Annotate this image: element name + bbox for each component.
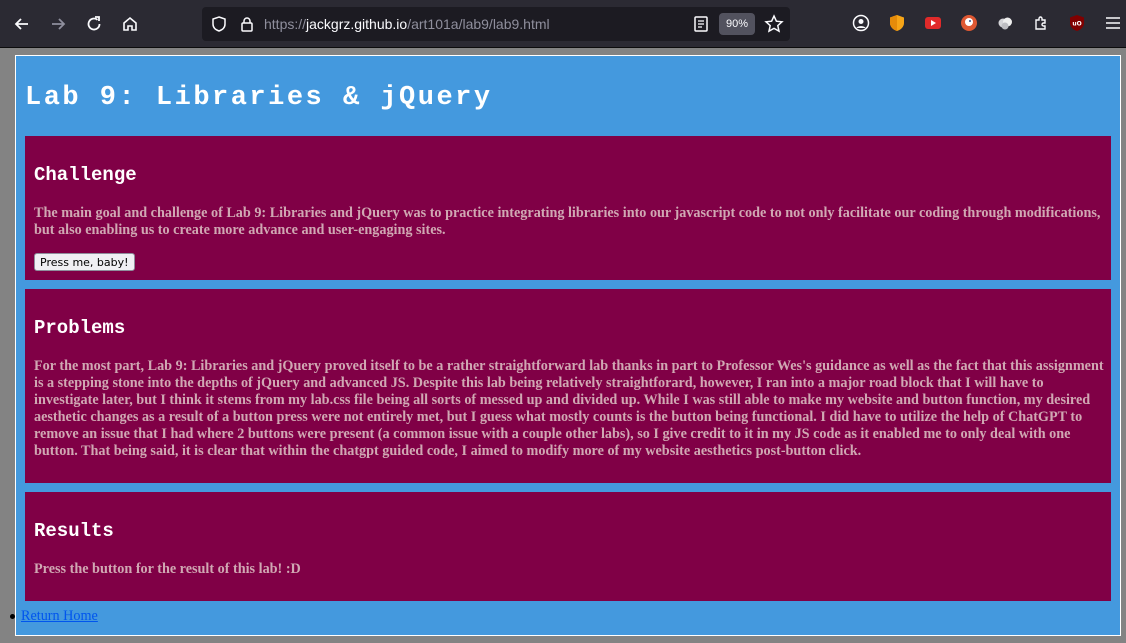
challenge-heading: Challenge bbox=[34, 164, 137, 186]
url-path: /art101a/lab9/lab9.html bbox=[407, 16, 550, 32]
ublock-origin-icon[interactable]: uO bbox=[1068, 14, 1086, 32]
home-icon bbox=[123, 16, 137, 31]
forward-arrow-icon bbox=[52, 18, 66, 30]
lock-icon[interactable] bbox=[238, 15, 256, 33]
problems-section: Problems For the most part, Lab 9: Libra… bbox=[25, 289, 1111, 483]
account-icon[interactable] bbox=[852, 14, 870, 32]
list-item: Return Home bbox=[10, 608, 98, 625]
address-bar[interactable]: https://jackgrz.github.io/art101a/lab9/l… bbox=[202, 7, 790, 41]
reload-button[interactable] bbox=[78, 8, 110, 40]
url-prefix: https:// bbox=[264, 16, 307, 32]
extensions-puzzle-icon[interactable] bbox=[1032, 14, 1050, 32]
cloud-extension-icon[interactable] bbox=[996, 14, 1014, 32]
url-host: jackgrz.github.io bbox=[306, 16, 408, 32]
page-title: Lab 9: Libraries & jQuery bbox=[25, 83, 493, 113]
return-home-link[interactable]: Return Home bbox=[21, 608, 98, 624]
reload-icon bbox=[87, 16, 101, 31]
bookmark-star-icon[interactable] bbox=[764, 14, 784, 34]
bullet-icon bbox=[10, 614, 15, 620]
forward-button[interactable] bbox=[42, 8, 74, 40]
challenge-section: Challenge The main goal and challenge of… bbox=[25, 136, 1111, 280]
shield-extension-icon[interactable] bbox=[888, 14, 906, 32]
zoom-level-badge[interactable]: 90% bbox=[719, 13, 755, 35]
nav-list: Return Home bbox=[10, 608, 98, 625]
problems-text: For the most part, Lab 9: Libraries and … bbox=[34, 358, 1104, 459]
results-text: Press the button for the result of this … bbox=[34, 561, 301, 577]
url-text[interactable]: https://jackgrz.github.io/art101a/lab9/l… bbox=[264, 16, 550, 32]
menu-hamburger-icon[interactable] bbox=[1104, 14, 1122, 32]
challenge-text: The main goal and challenge of Lab 9: Li… bbox=[34, 205, 1101, 238]
page-body: Lab 9: Libraries & jQuery Challenge The … bbox=[10, 55, 1121, 636]
back-button[interactable] bbox=[6, 8, 38, 40]
home-button[interactable] bbox=[114, 8, 146, 40]
svg-text:uO: uO bbox=[1072, 21, 1081, 28]
problems-heading: Problems bbox=[34, 317, 126, 339]
reader-view-icon[interactable] bbox=[692, 15, 710, 33]
duckduckgo-extension-icon[interactable] bbox=[960, 14, 978, 32]
press-me-button[interactable]: Press me, baby! bbox=[34, 253, 135, 271]
back-arrow-icon bbox=[14, 18, 28, 30]
browser-toolbar: https://jackgrz.github.io/art101a/lab9/l… bbox=[0, 0, 1126, 48]
youtube-extension-icon[interactable] bbox=[924, 14, 942, 32]
results-section: Results Press the button for the result … bbox=[25, 492, 1111, 601]
results-heading: Results bbox=[34, 520, 114, 542]
shield-icon[interactable] bbox=[210, 15, 228, 33]
